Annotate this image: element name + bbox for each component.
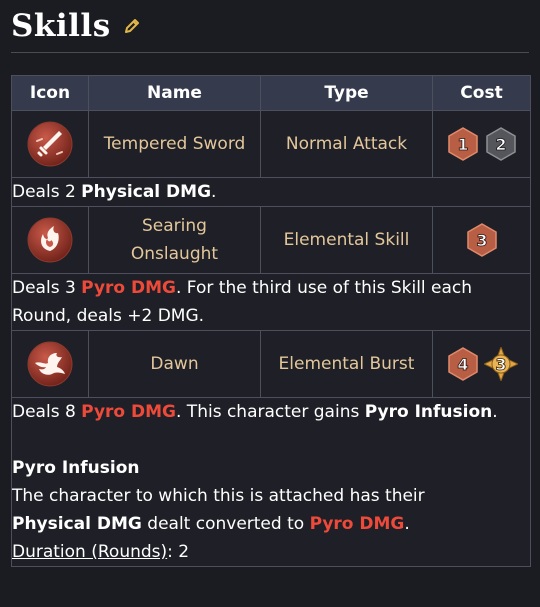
phoenix-icon (27, 341, 73, 387)
desc-text: Deals 2 (12, 182, 82, 202)
skill-type: Normal Attack (260, 110, 433, 178)
pyro-dmg-text: Pyro DMG (309, 514, 405, 534)
physical-dmg-text: Physical DMG (81, 182, 212, 202)
skill-description-row: Deals 2 Physical DMG. (11, 177, 531, 207)
desc-text: . (211, 182, 217, 202)
desc-text: Round, deals +2 DMG. (12, 306, 205, 326)
unaligned-die-icon: 2 (485, 127, 516, 161)
column-header-icon: Icon (11, 75, 89, 111)
pyro-dmg-text: Pyro DMG (81, 402, 176, 422)
skill-icon-cell (11, 110, 89, 178)
skill-description: Deals 3 Pyro DMG. For the third use of t… (11, 273, 531, 331)
pyro-dmg-text: Pyro DMG (81, 278, 176, 298)
flame-icon (27, 217, 73, 263)
table-row: Dawn Elemental Burst 4 3 (11, 330, 531, 398)
cost-value: 3 (495, 355, 506, 374)
pencil-edit-icon[interactable] (123, 17, 141, 35)
desc-text: . (404, 514, 410, 534)
heading-divider (11, 52, 529, 53)
desc-line: Deals 8 Pyro DMG. This character gains P… (12, 398, 530, 426)
physical-dmg-text: Physical DMG (12, 514, 142, 534)
page-heading: Skills (11, 4, 141, 48)
table-row: Searing Onslaught Elemental Skill 3 (11, 206, 531, 274)
cost-value: 2 (495, 135, 506, 154)
skill-name: Searing Onslaught (88, 206, 261, 274)
pyro-die-icon: 1 (447, 127, 478, 161)
status-line: The character to which this is attached … (12, 486, 425, 506)
skill-name: Tempered Sword (88, 110, 261, 178)
cost-value: 4 (457, 355, 468, 374)
pyro-die-icon: 3 (466, 223, 497, 257)
skills-table: Icon Name Type Cost Tempered Sword Norma… (11, 75, 531, 567)
desc-spacer (12, 426, 530, 454)
pyro-die-icon: 4 (447, 347, 478, 381)
skill-description: Deals 8 Pyro DMG. This character gains P… (11, 397, 531, 567)
page-title: Skills (11, 8, 111, 44)
desc-text: dealt converted to (141, 514, 310, 534)
pyro-infusion-link: Pyro Infusion (364, 402, 493, 422)
skill-description-row: Deals 8 Pyro DMG. This character gains P… (11, 397, 531, 567)
energy-star-icon: 3 (483, 347, 518, 381)
skill-cost: 1 2 (432, 110, 531, 178)
duration-value: 2 (178, 542, 190, 562)
desc-text: . This character gains (176, 402, 365, 422)
skill-icon-cell (11, 206, 89, 274)
column-header-type: Type (260, 75, 433, 111)
skill-cost: 4 3 (432, 330, 531, 398)
duration-label: Duration (Rounds) (12, 542, 168, 562)
desc-text: Deals 8 (12, 402, 82, 422)
status-title: Pyro Infusion (12, 458, 140, 478)
skill-type: Elemental Burst (260, 330, 433, 398)
skill-description-row: Deals 3 Pyro DMG. For the third use of t… (11, 273, 531, 331)
skill-cost: 3 (432, 206, 531, 274)
cost-value: 3 (476, 231, 487, 250)
table-header-row: Icon Name Type Cost (11, 75, 531, 111)
skill-type: Elemental Skill (260, 206, 433, 274)
skill-description: Deals 2 Physical DMG. (11, 177, 531, 207)
desc-text: . For the third use of this Skill each (176, 278, 473, 298)
duration-line: Duration (Rounds): 2 (12, 538, 530, 566)
skill-name-line: Searing (142, 216, 207, 236)
skill-name: Dawn (88, 330, 261, 398)
cost-value: 1 (457, 135, 468, 154)
desc-text: Deals 3 (12, 278, 82, 298)
skill-name-line: Onslaught (130, 244, 219, 264)
desc-text: : (167, 542, 179, 562)
table-row: Tempered Sword Normal Attack 1 2 (11, 110, 531, 178)
desc-text: . (492, 402, 498, 422)
column-header-cost: Cost (432, 75, 531, 111)
sword-icon (27, 121, 73, 167)
status-line: Physical DMG dealt converted to Pyro DMG… (12, 510, 530, 538)
column-header-name: Name (88, 75, 261, 111)
skill-icon-cell (11, 330, 89, 398)
